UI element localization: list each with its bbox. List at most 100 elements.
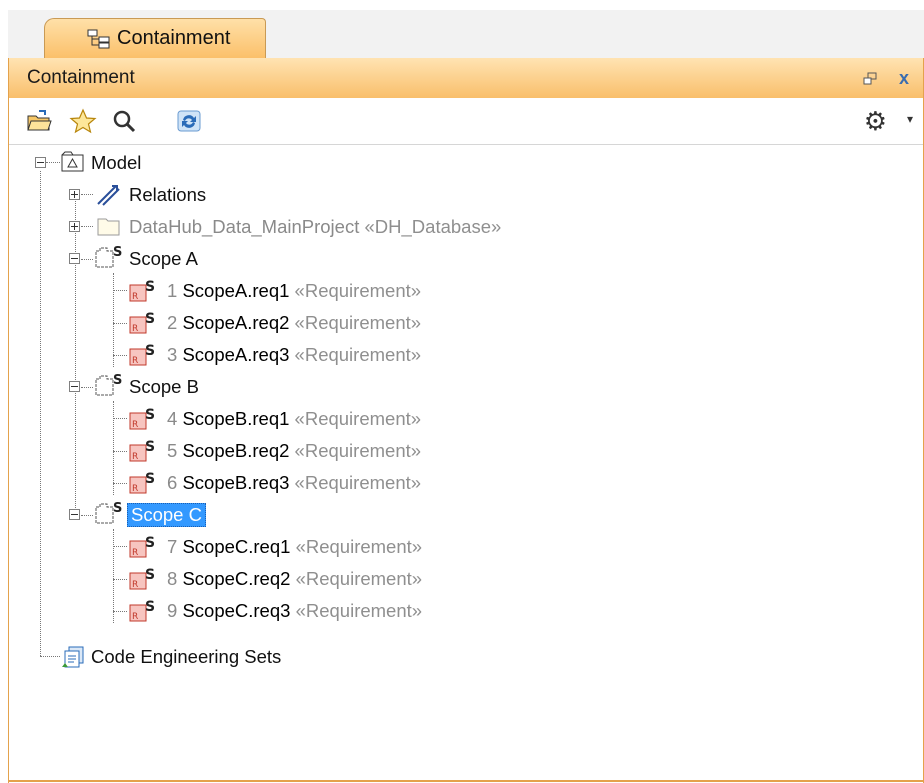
requirement-stereotype: «Requirement»: [295, 536, 423, 557]
tree-node-scope-c[interactable]: Scope C: [127, 500, 206, 530]
tree-connector: [46, 162, 60, 163]
tree-node-code-engineering-sets[interactable]: Code Engineering Sets: [91, 642, 281, 672]
requirement-stereotype: «Requirement»: [295, 568, 423, 589]
requirement-row[interactable]: 5 ScopeB.req2 «Requirement»: [167, 436, 421, 466]
requirement-name: ScopeC.req2: [182, 568, 291, 589]
svg-text:S: S: [113, 245, 122, 260]
requirement-row[interactable]: 8 ScopeC.req2 «Requirement»: [167, 564, 422, 594]
requirement-stereotype: «Requirement»: [294, 312, 422, 333]
requirement-stereotype: «Requirement»: [294, 440, 422, 461]
chevron-down-icon[interactable]: ▾: [907, 112, 913, 126]
tree-connector: [113, 546, 127, 547]
requirement-number: 4: [167, 408, 178, 429]
gear-icon[interactable]: ⚙: [864, 106, 887, 137]
tree-connector: [81, 515, 93, 516]
tree-connector: [113, 451, 127, 452]
tree-connector: [113, 579, 127, 580]
requirement-name: ScopeC.req1: [182, 536, 291, 557]
tree-node-scope-a[interactable]: Scope A: [129, 244, 198, 274]
tree-connector: [81, 259, 93, 260]
panel-titlebar: Containment x: [9, 58, 923, 98]
requirement-row[interactable]: 4 ScopeB.req1 «Requirement»: [167, 404, 421, 434]
containment-tree: Model Relations DataHub_Data_MainProject…: [9, 144, 923, 783]
open-folder-icon[interactable]: [25, 108, 53, 134]
requirement-stereotype: «Requirement»: [294, 408, 422, 429]
svg-text:R: R: [132, 484, 138, 494]
tree-connector: [40, 171, 41, 656]
requirement-name: ScopeB.req1: [182, 408, 290, 429]
requirement-stereotype: «Requirement»: [294, 280, 422, 301]
requirement-stereotype: «Requirement»: [294, 472, 422, 493]
datahub-stereotype: «DH_Database»: [364, 216, 502, 237]
svg-text:S: S: [145, 311, 155, 327]
requirement-number: 1: [167, 280, 178, 301]
tree-node-datahub[interactable]: DataHub_Data_MainProject «DH_Database»: [129, 212, 501, 242]
requirement-name: ScopeA.req2: [182, 312, 290, 333]
close-button[interactable]: x: [899, 68, 909, 89]
requirement-number: 6: [167, 472, 178, 493]
requirement-number: 9: [167, 600, 178, 621]
requirement-row[interactable]: 1 ScopeA.req1 «Requirement»: [167, 276, 421, 306]
containment-window: Containment Containment x ⚙ ▾ Model Rela…: [8, 10, 924, 783]
toolbar: ⚙ ▾: [9, 98, 923, 144]
requirement-row[interactable]: 2 ScopeA.req2 «Requirement»: [167, 308, 421, 338]
requirement-icon: R S: [129, 407, 155, 430]
collapse-toggle[interactable]: [35, 157, 46, 168]
folder-icon: [97, 218, 120, 236]
expand-toggle[interactable]: [69, 221, 80, 232]
containment-tree-icon: [87, 29, 110, 49]
tab-strip: Containment: [8, 10, 924, 59]
package-icon: S: [95, 501, 122, 524]
requirement-row[interactable]: 9 ScopeC.req3 «Requirement»: [167, 596, 422, 626]
expand-toggle[interactable]: [69, 189, 80, 200]
collapse-toggle[interactable]: [69, 509, 80, 520]
svg-text:R: R: [132, 420, 138, 430]
requirement-icon: R S: [129, 439, 155, 462]
svg-text:R: R: [132, 324, 138, 334]
svg-text:S: S: [113, 501, 122, 516]
requirement-name: ScopeB.req2: [182, 440, 290, 461]
search-icon[interactable]: [111, 108, 139, 134]
tree-connector: [81, 194, 93, 195]
svg-text:R: R: [132, 580, 138, 590]
requirement-icon: R S: [129, 279, 155, 302]
requirement-number: 7: [167, 536, 178, 557]
svg-text:S: S: [145, 279, 155, 295]
requirement-name: ScopeA.req3: [182, 344, 290, 365]
requirement-stereotype: «Requirement»: [294, 344, 422, 365]
requirement-name: ScopeC.req3: [182, 600, 291, 621]
requirement-row[interactable]: 7 ScopeC.req1 «Requirement»: [167, 532, 422, 562]
tree-connector: [113, 418, 127, 419]
tree-connector: [75, 191, 76, 518]
requirement-icon: R S: [129, 471, 155, 494]
svg-text:S: S: [145, 567, 155, 583]
tree-node-scope-b[interactable]: Scope B: [129, 372, 199, 402]
svg-text:S: S: [113, 373, 122, 388]
requirement-row[interactable]: 6 ScopeB.req3 «Requirement»: [167, 468, 421, 498]
model-icon: [61, 151, 84, 172]
tree-connector: [81, 387, 93, 388]
tree-connector: [113, 401, 114, 495]
svg-text:S: S: [145, 599, 155, 615]
tree-connector: [113, 273, 114, 367]
package-icon: S: [95, 245, 122, 268]
svg-text:R: R: [132, 452, 138, 462]
requirement-icon: R S: [129, 567, 155, 590]
collapse-toggle[interactable]: [69, 381, 80, 392]
requirement-icon: R S: [129, 343, 155, 366]
tree-node-model[interactable]: Model: [91, 148, 141, 178]
requirement-row[interactable]: 3 ScopeA.req3 «Requirement»: [167, 340, 421, 370]
star-icon[interactable]: [69, 108, 97, 134]
requirement-name: ScopeB.req3: [182, 472, 290, 493]
restore-icon[interactable]: [863, 72, 877, 86]
containment-panel: Containment x ⚙ ▾ Model Relations DataHu…: [8, 58, 924, 783]
requirement-icon: R S: [129, 599, 155, 622]
requirement-icon: R S: [129, 535, 155, 558]
relations-icon: [97, 185, 120, 206]
collapse-toggle[interactable]: [69, 253, 80, 264]
svg-text:S: S: [145, 471, 155, 487]
tree-node-relations[interactable]: Relations: [129, 180, 206, 210]
tab-containment[interactable]: Containment: [44, 18, 266, 58]
sync-icon[interactable]: [175, 108, 203, 134]
requirement-name: ScopeA.req1: [182, 280, 290, 301]
